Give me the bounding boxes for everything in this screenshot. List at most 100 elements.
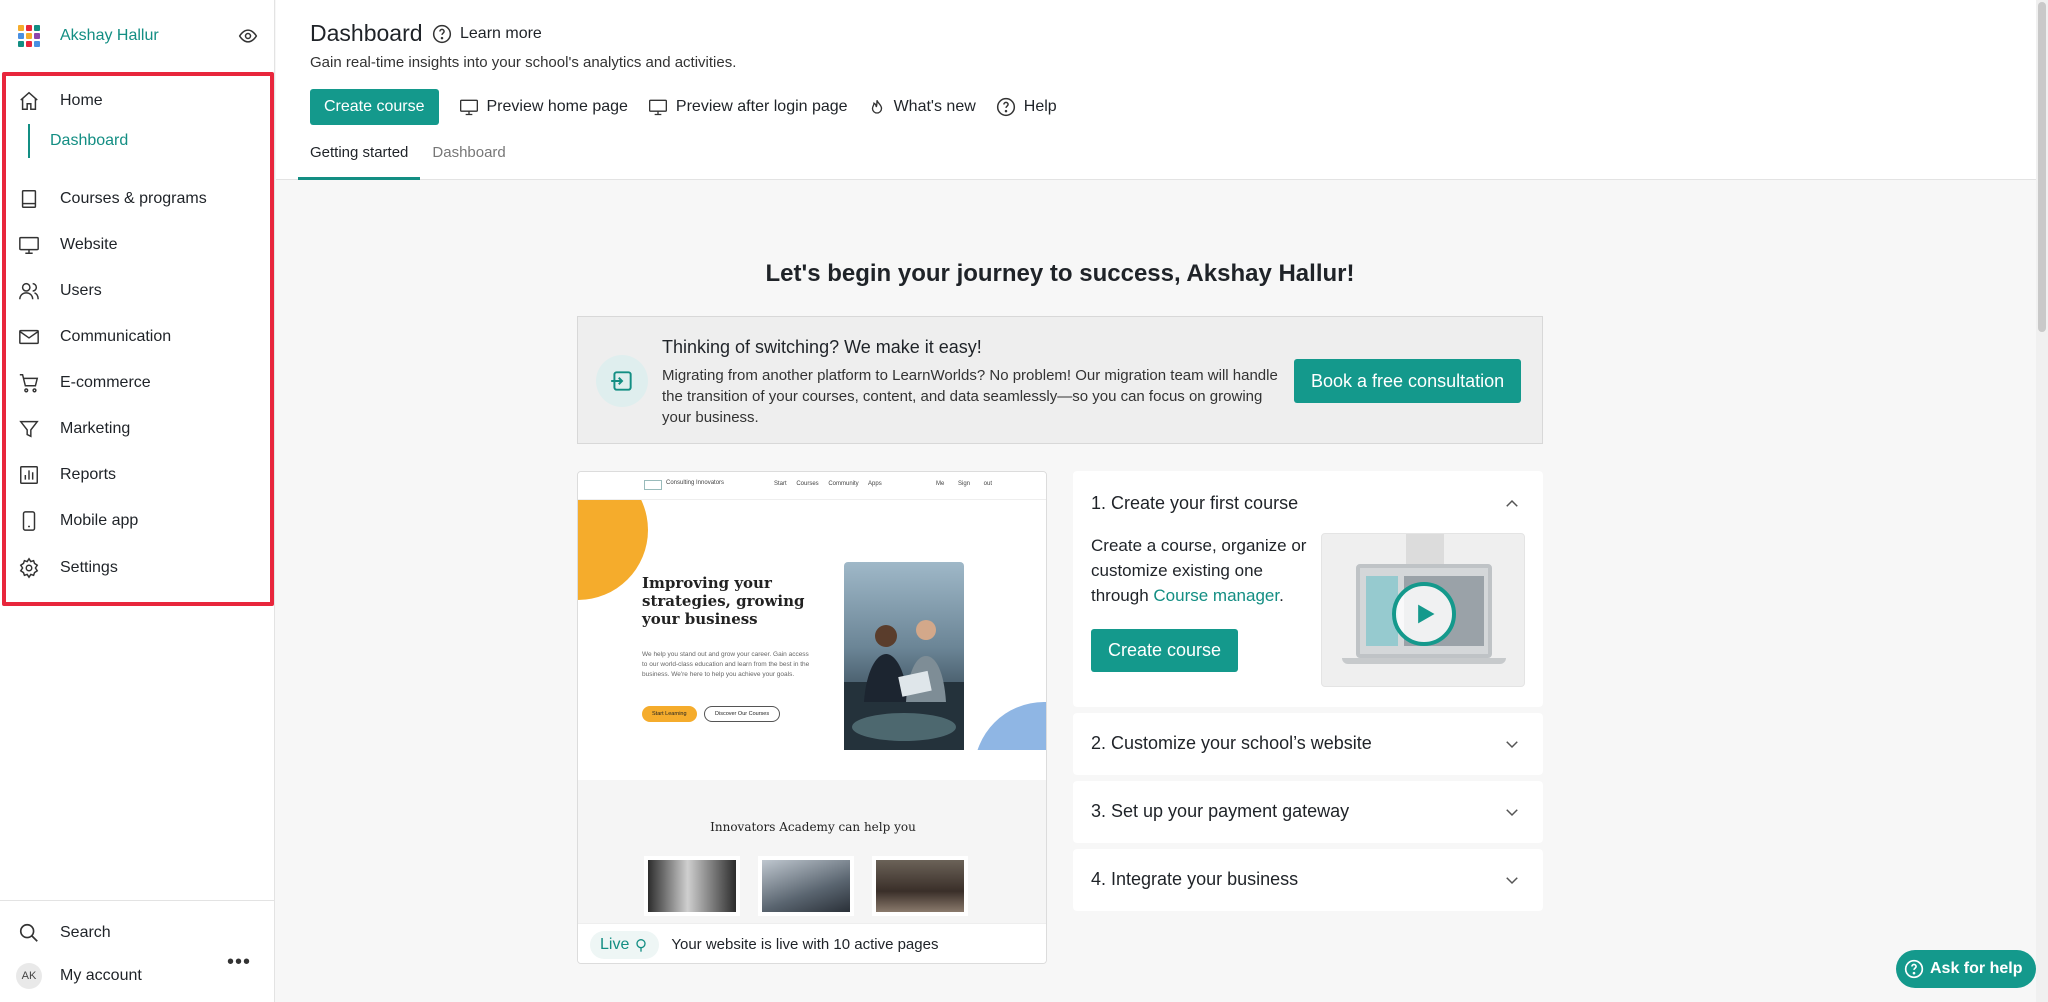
scrollbar-thumb[interactable] (2038, 2, 2046, 332)
page-title: Dashboard (310, 20, 423, 46)
logo-square (18, 41, 24, 47)
sidebar-item-my-account[interactable]: AK My account (16, 961, 142, 991)
logo-square (34, 41, 40, 47)
sidebar-item-website[interactable]: Website (16, 230, 118, 260)
course-manager-link[interactable]: Course manager (1153, 586, 1279, 605)
gear-icon (16, 555, 42, 581)
step-payment-gateway[interactable]: 3. Set up your payment gateway (1073, 781, 1543, 843)
header-toolbar: Create course Preview home page Preview … (310, 89, 1057, 125)
sidebar-item-settings[interactable]: Settings (16, 553, 118, 583)
preview-discover-button: Discover Our Courses (704, 706, 781, 722)
preview-hero: Improving your strategies, growing your … (578, 500, 1046, 750)
video-thumbnail[interactable] (1321, 533, 1525, 687)
school-name[interactable]: Akshay Hallur (60, 27, 159, 45)
live-badge: Live (590, 930, 660, 959)
preview-orange-shape (578, 500, 648, 600)
sidebar-item-marketing[interactable]: Marketing (16, 414, 130, 444)
logo-square (26, 33, 32, 39)
preview-text: We help you stand out and grow your care… (642, 651, 810, 678)
help-label: Help (1023, 98, 1057, 115)
page-scrollbar[interactable] (2036, 0, 2048, 1002)
sidebar-item-label: Home (60, 92, 103, 109)
whats-new-link[interactable]: What's new (868, 98, 976, 116)
logo-square (26, 41, 32, 47)
preview-logo-icon (644, 480, 662, 490)
location-pin-icon (633, 937, 649, 953)
page-header: Dashboard Learn more Gain real-time insi… (276, 0, 2036, 180)
chevron-down-icon[interactable] (1503, 735, 1521, 753)
sidebar-item-users[interactable]: Users (16, 276, 102, 306)
sidebar-item-reports[interactable]: Reports (16, 460, 116, 490)
step-create-course: 1. Create your first course Create a cou… (1073, 471, 1543, 707)
users-icon (16, 278, 42, 304)
whats-new-label: What's new (893, 98, 976, 115)
preview-blue-shape (974, 702, 1046, 750)
sidebar-item-mobile-app[interactable]: Mobile app (16, 506, 138, 536)
learn-more-link[interactable]: Learn more (432, 24, 542, 44)
chevron-down-icon[interactable] (1503, 803, 1521, 821)
laptop-base (1342, 658, 1506, 664)
app-grid-logo-icon[interactable] (18, 25, 40, 47)
step-integrate-business[interactable]: 4. Integrate your business (1073, 849, 1543, 911)
brand: Akshay Hallur (18, 22, 258, 50)
page-subtitle: Gain real-time insights into your school… (310, 54, 737, 71)
preview-heading: Improving your strategies, growing your … (642, 574, 805, 628)
logo-square (18, 33, 24, 39)
logo-square (18, 25, 24, 31)
avatar: AK (16, 963, 42, 989)
monitor-icon (648, 97, 668, 117)
play-icon[interactable] (1392, 582, 1456, 646)
chevron-down-icon[interactable] (1503, 871, 1521, 889)
sidebar-item-label: Marketing (60, 420, 131, 437)
help-link[interactable]: Help (996, 97, 1057, 117)
help-circle-icon (432, 24, 452, 44)
step-title: 3. Set up your payment gateway (1091, 801, 1350, 821)
preview-home-link[interactable]: Preview home page (459, 97, 628, 117)
sidebar-item-courses[interactable]: Courses & programs (16, 184, 207, 214)
funnel-icon (16, 416, 42, 442)
sidebar-item-label: Courses & programs (60, 190, 207, 207)
preview-section-title: Innovators Academy can help you (710, 820, 916, 834)
sidebar-item-ecommerce[interactable]: E-commerce (16, 368, 151, 398)
preview-after-login-link[interactable]: Preview after login page (648, 97, 848, 117)
chevron-up-icon[interactable] (1503, 495, 1521, 513)
preview-start-button: Start Learning (642, 706, 697, 722)
sidebar-item-label: Mobile app (60, 512, 139, 529)
preview-hero-photo (844, 562, 964, 750)
website-preview-card[interactable]: Consulting Innovators Start Courses Comm… (577, 471, 1047, 964)
tab-getting-started[interactable]: Getting started (298, 138, 421, 180)
step-customize-website[interactable]: 2. Customize your school’s website (1073, 713, 1543, 775)
sidebar-subitem-dashboard[interactable]: Dashboard (28, 124, 128, 158)
live-status-bar: Live Your website is live with 10 active… (578, 923, 1046, 963)
sidebar-item-label: Website (60, 236, 118, 253)
header-tabs: Getting started Dashboard (298, 138, 518, 180)
sidebar-item-label: Settings (60, 559, 118, 576)
ask-for-help-button[interactable]: Ask for help (1896, 950, 2037, 988)
bar-chart-icon (16, 462, 42, 488)
step-create-course-button[interactable]: Create course (1091, 629, 1239, 672)
sidebar-item-label: Communication (60, 328, 172, 345)
tab-dashboard[interactable]: Dashboard (420, 138, 517, 180)
ask-for-help-label: Ask for help (1930, 960, 2023, 977)
sidebar-item-home[interactable]: Home (16, 86, 103, 116)
preview-menu: Start Courses Community Apps (774, 481, 882, 487)
video-lamp-shape (1406, 534, 1444, 564)
sidebar-item-search[interactable]: Search (16, 918, 111, 948)
mail-icon (16, 324, 42, 350)
sidebar-item-communication[interactable]: Communication (16, 322, 171, 352)
create-course-button[interactable]: Create course (310, 89, 439, 125)
step-title[interactable]: 1. Create your first course (1091, 493, 1298, 514)
book-consultation-button[interactable]: Book a free consultation (1294, 359, 1522, 403)
eye-icon[interactable] (238, 26, 258, 46)
more-options-icon[interactable]: ••• (227, 951, 251, 974)
migration-description: Migrating from another platform to Learn… (662, 367, 1278, 426)
preview-thumbnail (758, 856, 854, 916)
step-title: 2. Customize your school’s website (1091, 733, 1372, 753)
sidebar-item-label: My account (60, 967, 142, 984)
help-circle-icon (1904, 959, 1924, 979)
live-label: Live (600, 935, 630, 953)
book-icon (16, 186, 42, 212)
phone-icon (16, 508, 42, 534)
preview-thumbnail (644, 856, 740, 916)
sidebar-item-label: Users (60, 282, 102, 299)
